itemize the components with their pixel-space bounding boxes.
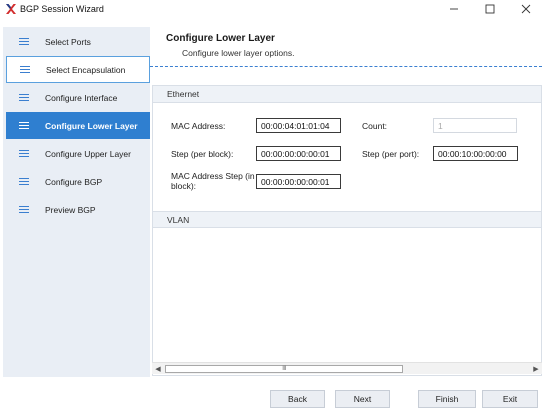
sidebar-item-label: Configure Lower Layer bbox=[45, 120, 138, 131]
sidebar-item-label: Configure Interface bbox=[45, 92, 118, 103]
list-icon bbox=[20, 66, 30, 73]
step-per-port-label: Step (per port): bbox=[362, 149, 420, 159]
sidebar-item-configure-bgp[interactable]: Configure BGP bbox=[6, 168, 150, 195]
title-bar: BGP Session Wizard bbox=[0, 0, 544, 17]
count-field[interactable]: 1 bbox=[433, 118, 517, 133]
close-icon bbox=[521, 4, 531, 13]
minimize-icon bbox=[450, 8, 458, 9]
app-logo-icon bbox=[4, 2, 17, 15]
scroll-right-icon[interactable]: ▶ bbox=[530, 363, 542, 375]
vlan-group-label: VLAN bbox=[167, 214, 190, 225]
mac-address-step-field[interactable]: 00:00:00:00:00:01 bbox=[256, 174, 341, 189]
step-per-block-field[interactable]: 00:00:00:00:00:01 bbox=[256, 146, 341, 161]
page-title: Configure Lower Layer bbox=[166, 33, 275, 44]
mac-address-label: MAC Address: bbox=[171, 121, 226, 131]
sidebar-item-configure-interface[interactable]: Configure Interface bbox=[6, 84, 150, 111]
ethernet-group-header: Ethernet bbox=[153, 86, 541, 103]
list-icon bbox=[19, 150, 29, 157]
list-icon bbox=[19, 178, 29, 185]
sidebar-item-preview-bgp[interactable]: Preview BGP bbox=[6, 196, 150, 223]
sidebar-item-label: Preview BGP bbox=[45, 204, 96, 215]
count-label: Count: bbox=[362, 121, 388, 131]
sidebar-item-configure-lower-layer[interactable]: Configure Lower Layer bbox=[6, 112, 150, 139]
step-per-block-label: Step (per block): bbox=[171, 149, 234, 159]
next-button[interactable]: Next bbox=[335, 390, 390, 408]
horizontal-scrollbar[interactable]: ◀ III ▶ bbox=[152, 362, 542, 374]
finish-button[interactable]: Finish bbox=[418, 390, 476, 408]
sidebar-item-label: Configure BGP bbox=[45, 176, 103, 187]
back-button[interactable]: Back bbox=[270, 390, 325, 408]
minimize-button[interactable] bbox=[436, 0, 472, 17]
sidebar-item-select-ports[interactable]: Select Ports bbox=[6, 28, 150, 55]
sidebar-item-configure-upper-layer[interactable]: Configure Upper Layer bbox=[6, 140, 150, 167]
sidebar-item-label: Select Encapsulation bbox=[46, 64, 126, 75]
list-icon bbox=[19, 38, 29, 45]
mac-address-step-label: MAC Address Step (in block): bbox=[171, 171, 255, 191]
list-icon bbox=[19, 206, 29, 213]
vlan-group-header: VLAN bbox=[153, 211, 541, 228]
header-divider bbox=[150, 66, 542, 67]
list-icon bbox=[19, 122, 29, 129]
mac-address-field[interactable]: 00:00:04:01:01:04 bbox=[256, 118, 341, 133]
ethernet-group-label: Ethernet bbox=[167, 89, 200, 99]
scroll-left-icon[interactable]: ◀ bbox=[152, 363, 164, 375]
sidebar-item-label: Select Ports bbox=[45, 36, 91, 47]
close-button[interactable] bbox=[508, 0, 544, 17]
wizard-sidebar: Select Ports Select Encapsulation Config… bbox=[3, 27, 150, 377]
maximize-button[interactable] bbox=[472, 0, 508, 17]
list-icon bbox=[19, 94, 29, 101]
maximize-icon bbox=[485, 4, 495, 13]
window-title: BGP Session Wizard bbox=[20, 3, 104, 14]
sidebar-item-select-encapsulation[interactable]: Select Encapsulation bbox=[6, 56, 150, 83]
sidebar-item-label: Configure Upper Layer bbox=[45, 148, 131, 159]
exit-button[interactable]: Exit bbox=[482, 390, 538, 408]
scrollbar-grip: III bbox=[282, 366, 286, 372]
step-per-port-field[interactable]: 00:00:10:00:00:00 bbox=[433, 146, 518, 161]
page-subtitle: Configure lower layer options. bbox=[182, 48, 295, 58]
scrollbar-thumb[interactable]: III bbox=[165, 365, 403, 373]
content-panel: Ethernet MAC Address: 00:00:04:01:01:04 … bbox=[152, 85, 542, 376]
